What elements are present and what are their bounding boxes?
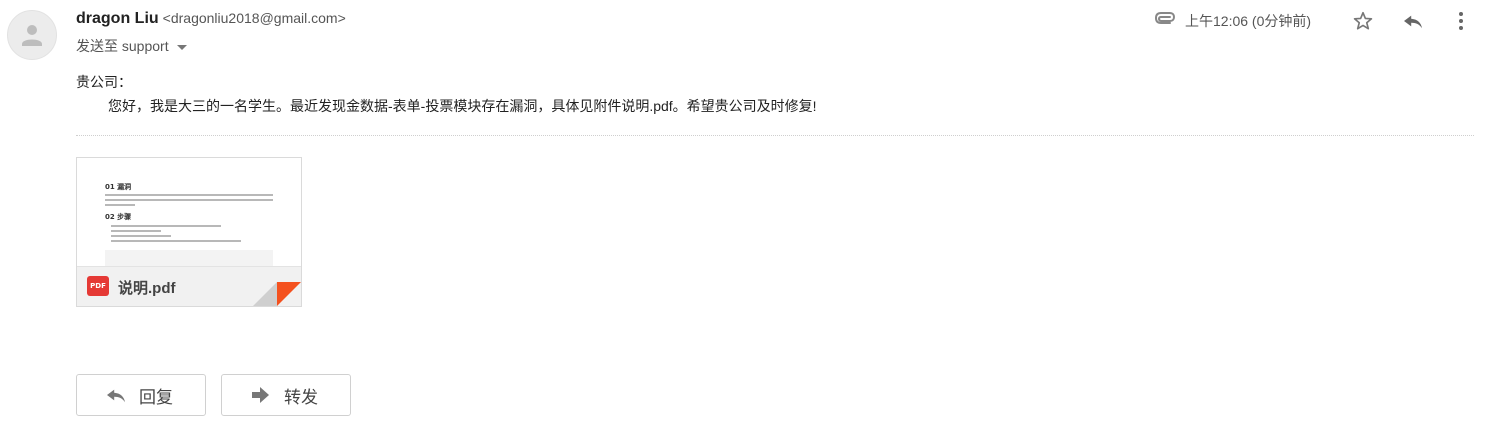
preview-heading-2: 02 步骤	[105, 213, 132, 221]
reply-icon	[1404, 15, 1422, 29]
reply-button[interactable]: 回复	[76, 374, 206, 416]
sender-email: <dragonliu2018@gmail.com>	[162, 10, 346, 26]
avatar-person-icon	[22, 25, 42, 46]
preview-line	[111, 230, 161, 232]
message-greeting: 贵公司：	[76, 74, 132, 90]
message-body: 您好，我是大三的一名学生。最近发现金数据-表单-投票模块存在漏洞，具体见附件说明…	[108, 98, 817, 114]
preview-line	[111, 225, 221, 227]
attachment-filename: 说明.pdf	[118, 280, 176, 297]
preview-line	[111, 235, 171, 237]
recipient-label: 发送至 support	[76, 38, 169, 54]
preview-heading-1: 01 漏洞	[105, 183, 132, 191]
preview-line	[105, 194, 273, 196]
message-timestamp: 上午12:06 (0分钟前)	[1185, 13, 1312, 29]
more-options-button[interactable]	[1448, 8, 1474, 34]
forward-label: 转发	[284, 387, 318, 407]
preview-line	[111, 240, 241, 242]
star-button[interactable]	[1350, 8, 1376, 34]
sender-line: dragon Liu <dragonliu2018@gmail.com>	[76, 10, 346, 32]
forward-icon	[252, 387, 269, 403]
forward-button[interactable]: 转发	[221, 374, 351, 416]
attachment-card[interactable]: 01 漏洞 02 步骤 PDF 说明.pdf	[76, 157, 302, 307]
reply-icon	[107, 389, 125, 403]
sender-avatar	[7, 10, 57, 60]
reply-label: 回复	[139, 387, 173, 407]
reply-header-button[interactable]	[1400, 8, 1426, 34]
paperclip-icon	[1155, 12, 1176, 24]
attachment-divider	[76, 135, 1474, 136]
chevron-down-icon[interactable]	[176, 44, 187, 50]
more-vert-icon	[1459, 12, 1463, 30]
pdf-icon: PDF	[87, 276, 109, 296]
page-fold-icon	[253, 282, 301, 306]
preview-line	[105, 204, 135, 206]
attachment-preview: 01 漏洞 02 步骤	[77, 158, 301, 266]
preview-code-block	[105, 250, 273, 266]
star-icon	[1353, 11, 1373, 30]
recipient-toggle[interactable]: 发送至 support	[76, 36, 187, 56]
preview-line	[105, 199, 273, 201]
sender-name[interactable]: dragon Liu	[76, 10, 159, 28]
